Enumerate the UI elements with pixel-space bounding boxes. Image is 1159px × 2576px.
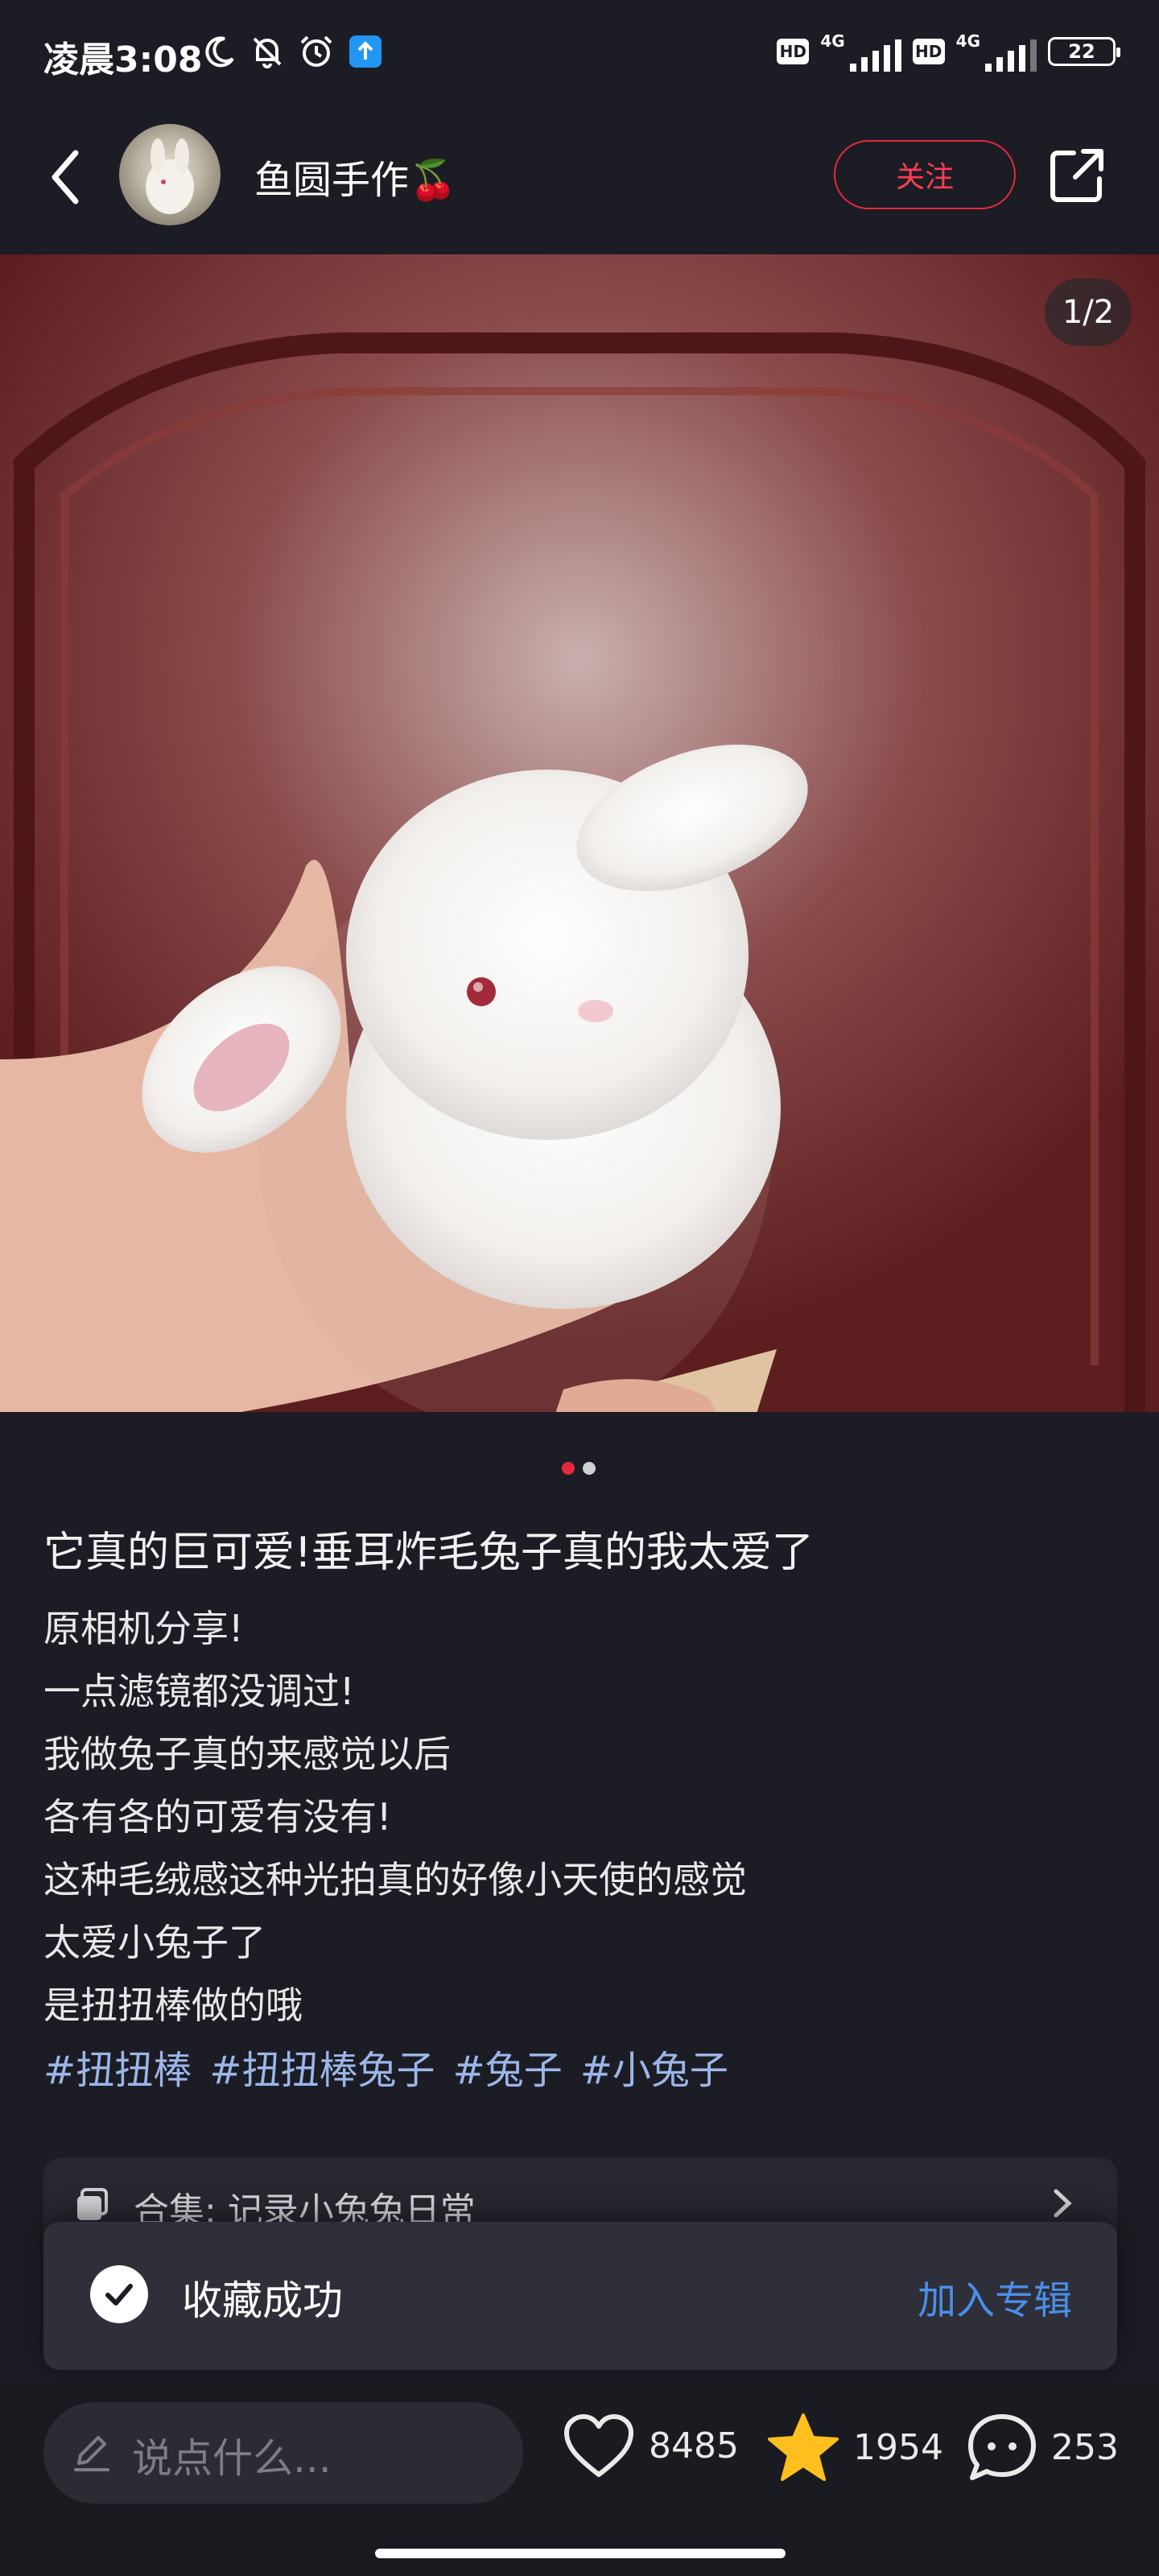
- signal-icon: [849, 39, 901, 72]
- heart-icon: [564, 2414, 633, 2477]
- signal-group-2: 4G: [956, 31, 1037, 72]
- pencil-icon: [71, 2431, 113, 2476]
- chevron-left-icon: [52, 150, 79, 204]
- page-counter: 1/2: [1045, 279, 1132, 346]
- author-name[interactable]: 鱼圆手作🍒: [254, 148, 457, 204]
- hd-badge-2: HD: [912, 39, 945, 64]
- body-line: 一点滤镜都没调过!: [43, 1670, 355, 1713]
- add-to-album-button[interactable]: 加入专辑: [918, 2268, 1072, 2325]
- avatar-bunny-image: [146, 138, 194, 214]
- author-avatar[interactable]: [119, 124, 221, 225]
- body-line: 我做兔子真的来感觉以后: [43, 1732, 451, 1776]
- body-line: 是扭扭棒做的哦: [43, 1984, 303, 2027]
- moon-icon: [205, 36, 234, 68]
- carousel-dot-1[interactable]: [562, 1462, 575, 1475]
- status-icons-right: HD 4G HD 4G 22: [777, 29, 1120, 74]
- battery-indicator: 22: [1048, 37, 1120, 66]
- status-icons-left: [203, 29, 383, 74]
- post-title: 它真的巨可爱!垂耳炸毛兔子真的我太爱了: [43, 1529, 814, 1577]
- body-line: 原相机分享!: [43, 1607, 244, 1650]
- favorite-button[interactable]: 1954: [766, 2412, 943, 2483]
- carousel-dots[interactable]: [562, 1462, 596, 1475]
- comment-count: 253: [1051, 2426, 1119, 2468]
- upload-app-icon: [349, 35, 382, 68]
- post-body: 原相机分享! 一点滤镜都没调过! 我做兔子真的来感觉以后 各有各的可爱有没有! …: [43, 1602, 1114, 2041]
- comment-placeholder: 说点什么...: [132, 2435, 332, 2482]
- bunny-photo-image: [0, 254, 1159, 1412]
- like-button[interactable]: 8485: [562, 2412, 739, 2479]
- share-icon: [1050, 149, 1103, 202]
- post-photo[interactable]: [0, 254, 1159, 1412]
- hashtag-link[interactable]: #扭扭棒: [43, 2038, 192, 2095]
- hashtag-link[interactable]: #小兔子: [580, 2038, 728, 2095]
- favorite-count: 1954: [853, 2426, 943, 2468]
- chevron-right-icon: [1046, 2185, 1079, 2222]
- comment-button[interactable]: 253: [966, 2412, 1119, 2483]
- share-button[interactable]: [1046, 145, 1107, 206]
- collection-icon: [74, 2186, 109, 2222]
- network-label-2: 4G: [955, 31, 980, 51]
- status-time: 凌晨3:08: [43, 39, 203, 80]
- home-indicator[interactable]: [375, 2549, 786, 2558]
- toast-message: 收藏成功: [182, 2277, 343, 2324]
- body-line: 太爱小兔子了: [43, 1921, 266, 1964]
- follow-button[interactable]: 关注: [834, 140, 1016, 209]
- like-count: 8485: [649, 2425, 739, 2467]
- back-button[interactable]: [37, 143, 93, 211]
- check-icon: [90, 2265, 148, 2323]
- bell-off-icon: [253, 37, 282, 68]
- hashtag-list: #扭扭棒 #扭扭棒兔子 #兔子 #小兔子: [43, 2038, 728, 2095]
- hashtag-link[interactable]: #扭扭棒兔子: [209, 2038, 435, 2095]
- signal-group-1: 4G: [820, 31, 901, 72]
- hashtag-link[interactable]: #兔子: [452, 2038, 562, 2095]
- signal-icon-2: [985, 39, 1037, 72]
- alarm-icon: [300, 35, 332, 67]
- carousel-dot-2[interactable]: [583, 1462, 596, 1475]
- star-icon: [768, 2413, 839, 2481]
- comment-bubble-icon: [968, 2414, 1036, 2480]
- hd-badge: HD: [777, 39, 810, 64]
- body-line: 各有各的可爱有没有!: [43, 1795, 392, 1839]
- network-label: 4G: [820, 31, 845, 51]
- body-line: 这种毛绒感这种光拍真的好像小天使的感觉: [43, 1858, 747, 1901]
